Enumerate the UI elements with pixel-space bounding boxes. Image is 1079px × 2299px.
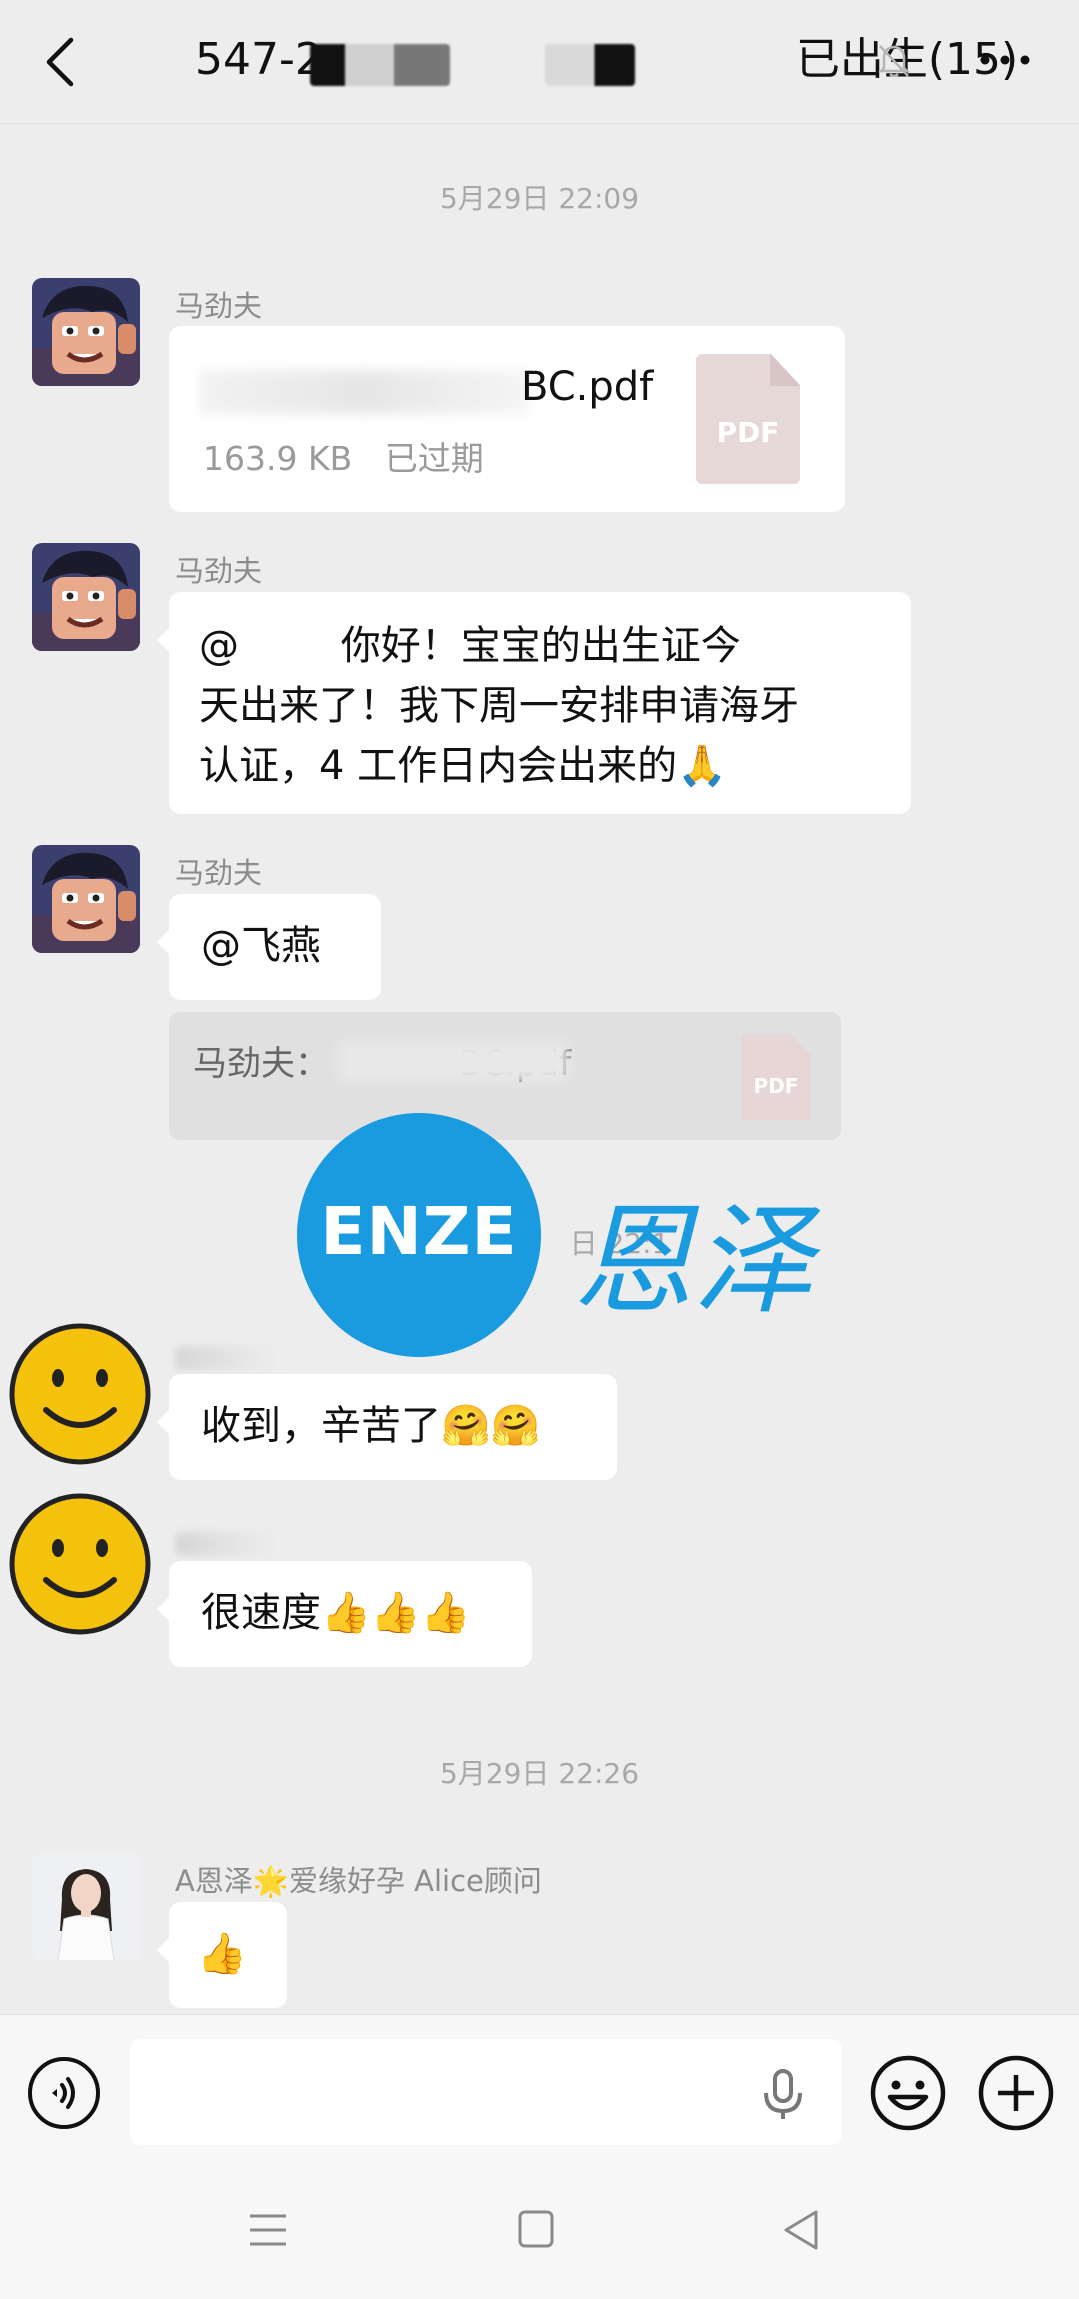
sender-name-redaction (175, 1346, 285, 1370)
avatar[interactable] (32, 278, 140, 386)
watermark-logo-text: ENZE (320, 1193, 518, 1270)
timestamp: 5月29日 22:09 (439, 182, 640, 215)
emoji-icon[interactable] (868, 2053, 948, 2133)
microphone-icon[interactable] (760, 2069, 806, 2121)
text-message[interactable]: @ 你好！宝宝的出生证今 天出来了！我下周一安排申请海牙 认证，4 工作日内会出… (157, 592, 911, 814)
title-redaction (545, 44, 635, 86)
message-line: 认证，4 工作日内会出来的🙏 (199, 743, 727, 789)
avatar[interactable] (32, 543, 140, 651)
system-nav-bar (0, 2164, 1079, 2299)
timestamp: 5月29日 22:26 (439, 1757, 640, 1790)
file-status: 已过期 (384, 439, 484, 478)
chat-screen: 547-2 已出生(15) 5月29日 22:09 马劲夫 BC.pdf 163… (0, 0, 1079, 2299)
filename-redaction (199, 370, 529, 414)
mute-bell-icon (877, 45, 911, 78)
back-icon (46, 37, 74, 87)
title-redaction (310, 44, 450, 86)
chat-title-prefix: 547-2 (195, 34, 323, 85)
sender-name: 马劲夫 (175, 856, 263, 890)
pdf-file-icon: PDF (696, 354, 800, 484)
file-name: BC.pdf (521, 364, 654, 410)
pdf-file-icon: PDF (741, 1034, 811, 1120)
nav-back-icon[interactable] (772, 2204, 832, 2256)
text-message[interactable]: 收到，辛苦了🤗🤗 (157, 1374, 617, 1480)
back-button[interactable] (32, 30, 88, 94)
smiley-avatar[interactable] (8, 1322, 152, 1466)
nav-menu-icon[interactable] (238, 2204, 298, 2256)
sender-name: 马劲夫 (175, 554, 263, 588)
text-message[interactable]: 很速度👍👍👍 (157, 1561, 532, 1667)
message-input-bar (0, 2014, 1079, 2164)
text-message[interactable]: @飞燕 (157, 894, 381, 1000)
file-size: 163.9 KB (203, 439, 353, 478)
file-meta: 163.9 KB 已过期 (203, 432, 484, 480)
avatar[interactable] (32, 845, 140, 953)
message-line: @ 你好！宝宝的出生证今 (199, 623, 741, 669)
nav-home-icon[interactable] (506, 2204, 566, 2256)
message-line: 天出来了！我下周一安排申请海牙 (199, 683, 799, 729)
plus-icon[interactable] (976, 2053, 1056, 2133)
watermark-cn-text: 恩泽 (573, 1192, 813, 1331)
text-message[interactable]: 👍 (157, 1902, 287, 2008)
more-icon[interactable] (975, 38, 1035, 82)
enze-watermark: ENZE 恩泽 (297, 1113, 837, 1357)
smiley-avatar[interactable] (8, 1492, 152, 1636)
file-message[interactable]: BC.pdf 163.9 KB 已过期 PDF (169, 326, 845, 512)
chat-header: 547-2 已出生(15) (0, 0, 1079, 124)
sender-name: A恩泽🌟爱缘好孕 Alice顾问 (175, 1864, 542, 1898)
message-input[interactable] (130, 2039, 842, 2145)
sender-name: 马劲夫 (175, 289, 263, 323)
voice-toggle-icon[interactable] (26, 2055, 102, 2131)
quote-redaction (339, 1042, 569, 1082)
avatar[interactable] (32, 1853, 140, 1961)
sender-name-redaction (175, 1532, 285, 1556)
